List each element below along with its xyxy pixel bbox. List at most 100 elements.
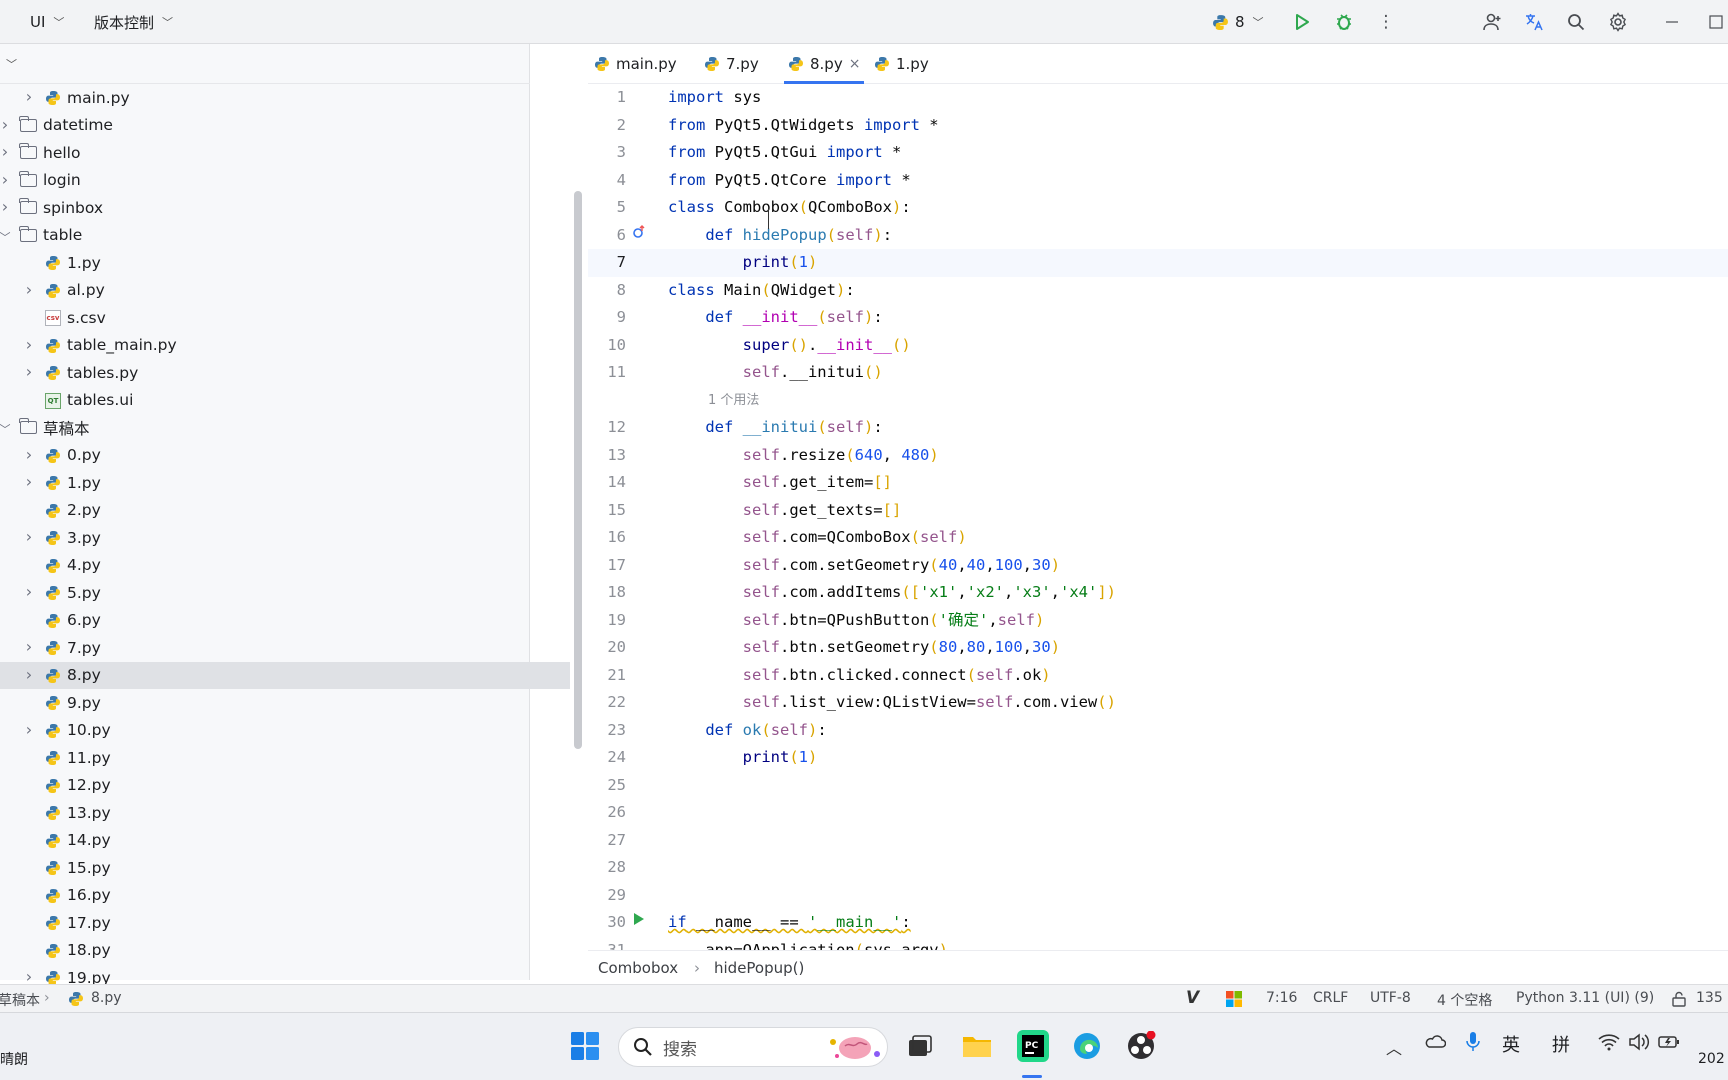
more-vertical-icon[interactable]: ⋮ bbox=[1374, 10, 1398, 34]
tree-item[interactable]: › hello bbox=[0, 139, 570, 167]
code-line[interactable]: 16 self.com=QComboBox(self) bbox=[588, 524, 1728, 552]
breadcrumb-method[interactable]: hidePopup() bbox=[714, 959, 804, 977]
maximize-icon[interactable] bbox=[1704, 10, 1728, 34]
project-menu[interactable]: UI ﹀ bbox=[30, 0, 64, 44]
code-line[interactable]: 30 if __name__ == '__main__': bbox=[588, 909, 1728, 937]
onedrive-cloud-icon[interactable] bbox=[1424, 1033, 1447, 1053]
code-line[interactable]: 14 self.get_item=[] bbox=[588, 469, 1728, 497]
tree-item[interactable]: 9.py bbox=[0, 689, 570, 717]
editor-tab[interactable]: 1.py bbox=[874, 44, 929, 84]
code-line[interactable]: 26 bbox=[588, 799, 1728, 827]
microphone-icon[interactable] bbox=[1466, 1031, 1480, 1057]
tree-item[interactable]: 11.py bbox=[0, 744, 570, 772]
translate-icon[interactable] bbox=[1522, 10, 1546, 34]
debug-icon[interactable] bbox=[1332, 10, 1356, 34]
code-line[interactable]: 2 from PyQt5.QtWidgets import * bbox=[588, 112, 1728, 140]
project-scrollbar[interactable] bbox=[574, 191, 582, 749]
task-view-icon[interactable] bbox=[904, 1031, 936, 1063]
editor-tab[interactable]: main.py bbox=[594, 44, 677, 84]
tree-item[interactable]: › login bbox=[0, 167, 570, 195]
chevron-right-icon[interactable]: › bbox=[22, 335, 36, 354]
code-line[interactable]: 13 self.resize(640, 480) bbox=[588, 442, 1728, 470]
tree-item[interactable]: 17.py bbox=[0, 909, 570, 937]
chevron-right-icon[interactable]: › bbox=[22, 472, 36, 491]
code-line[interactable]: 3 from PyQt5.QtGui import * bbox=[588, 139, 1728, 167]
chevron-right-icon[interactable]: › bbox=[0, 142, 12, 161]
code-line[interactable]: 28 bbox=[588, 854, 1728, 882]
run-icon[interactable] bbox=[1290, 10, 1314, 34]
tree-item[interactable]: 4.py bbox=[0, 552, 570, 580]
pycharm-icon[interactable]: PC bbox=[1014, 1027, 1052, 1065]
tree-item[interactable]: 12.py bbox=[0, 772, 570, 800]
tree-item[interactable]: 15.py bbox=[0, 854, 570, 882]
battery-icon[interactable] bbox=[1658, 1034, 1680, 1054]
python-interpreter[interactable]: Python 3.11 (UI) (9) bbox=[1516, 990, 1654, 1006]
code-line[interactable]: 9 def __init__(self): bbox=[588, 304, 1728, 332]
ime-language[interactable]: 英 bbox=[1502, 1031, 1520, 1057]
edge-browser-icon[interactable] bbox=[1070, 1029, 1104, 1063]
chevron-up-icon[interactable]: ︿ bbox=[1386, 1035, 1402, 1059]
chevron-right-icon[interactable]: › bbox=[22, 637, 36, 656]
code-line[interactable]: 11 self.__initui() bbox=[588, 359, 1728, 387]
chevron-right-icon[interactable]: › bbox=[0, 170, 12, 189]
search-icon[interactable] bbox=[1564, 10, 1588, 34]
code-line[interactable]: 10 super().__init__() bbox=[588, 332, 1728, 360]
chevron-down-icon[interactable]: ﹀ bbox=[0, 421, 12, 437]
code-line[interactable]: 29 bbox=[588, 882, 1728, 910]
chevron-down-icon[interactable]: ﹀ bbox=[0, 229, 12, 245]
chevron-right-icon[interactable]: › bbox=[22, 362, 36, 381]
tree-item[interactable]: ﹀ table bbox=[0, 222, 570, 250]
taskbar-search[interactable]: 搜索 bbox=[618, 1027, 888, 1067]
tree-item[interactable]: › tables.py bbox=[0, 359, 570, 387]
tree-item[interactable]: › al.py bbox=[0, 277, 570, 305]
tree-item[interactable]: 14.py bbox=[0, 827, 570, 855]
status-path-root[interactable]: 草稿本 bbox=[0, 990, 40, 1010]
tree-item[interactable]: csv s.csv bbox=[0, 304, 570, 332]
wifi-icon[interactable] bbox=[1598, 1033, 1620, 1055]
indent-setting[interactable]: 4 个空格 bbox=[1437, 990, 1492, 1010]
tree-item[interactable]: 1.py bbox=[0, 249, 570, 277]
chevron-right-icon[interactable]: › bbox=[22, 87, 36, 106]
tree-item[interactable]: › main.py bbox=[0, 84, 570, 112]
caret-position[interactable]: 7:16 bbox=[1266, 990, 1297, 1006]
chevron-right-icon[interactable]: › bbox=[22, 527, 36, 546]
tree-item[interactable]: › table_main.py bbox=[0, 332, 570, 360]
obs-recorder-icon[interactable] bbox=[1124, 1029, 1158, 1063]
file-encoding[interactable]: UTF-8 bbox=[1370, 990, 1411, 1006]
tree-item[interactable]: 16.py bbox=[0, 882, 570, 910]
close-tab-icon[interactable]: × bbox=[849, 56, 861, 72]
code-line[interactable]: 7 print(1) bbox=[588, 249, 1728, 277]
tree-item[interactable]: › 3.py bbox=[0, 524, 570, 552]
code-line[interactable]: 17 self.com.setGeometry(40,40,100,30) bbox=[588, 552, 1728, 580]
tree-item[interactable]: › 1.py bbox=[0, 469, 570, 497]
clock-text[interactable]: 202 bbox=[1698, 1051, 1725, 1067]
code-line[interactable]: 8 class Main(QWidget): bbox=[588, 277, 1728, 305]
start-windows-icon[interactable] bbox=[568, 1029, 602, 1063]
chevron-right-icon[interactable]: › bbox=[0, 197, 12, 216]
breadcrumb-class[interactable]: Combobox bbox=[598, 959, 678, 977]
code-line[interactable]: 12 def __initui(self): bbox=[588, 414, 1728, 442]
lock-icon[interactable] bbox=[1672, 991, 1686, 1011]
tree-item[interactable]: › datetime bbox=[0, 112, 570, 140]
tree-item[interactable]: › 7.py bbox=[0, 634, 570, 662]
minimize-icon[interactable] bbox=[1660, 10, 1684, 34]
usage-hint[interactable]: 1 个用法 bbox=[708, 387, 759, 415]
chevron-right-icon[interactable]: › bbox=[22, 665, 36, 684]
code-line[interactable]: 23 def ok(self): bbox=[588, 717, 1728, 745]
chevron-right-icon[interactable]: › bbox=[22, 280, 36, 299]
tree-item[interactable]: ﹀ 草稿本 bbox=[0, 414, 570, 442]
vcs-menu[interactable]: 版本控制 ﹀ bbox=[94, 0, 173, 44]
code-line[interactable]: 1 个用法 bbox=[588, 387, 1728, 415]
tree-item[interactable]: 2.py bbox=[0, 497, 570, 525]
code-line[interactable]: 21 self.btn.clicked.connect(self.ok) bbox=[588, 662, 1728, 690]
override-method-icon[interactable] bbox=[632, 222, 646, 250]
line-separator[interactable]: CRLF bbox=[1313, 990, 1348, 1006]
code-line[interactable]: 22 self.list_view:QListView=self.com.vie… bbox=[588, 689, 1728, 717]
code-line[interactable]: 6 def hidePopup(self): bbox=[588, 222, 1728, 250]
collapse-chevron-icon[interactable]: ﹀ bbox=[6, 56, 17, 72]
ime-mode[interactable]: 拼 bbox=[1552, 1031, 1570, 1057]
code-line[interactable]: 4 from PyQt5.QtCore import * bbox=[588, 167, 1728, 195]
tree-item[interactable]: 18.py bbox=[0, 937, 570, 965]
file-explorer-icon[interactable] bbox=[960, 1029, 994, 1063]
code-line[interactable]: 25 bbox=[588, 772, 1728, 800]
